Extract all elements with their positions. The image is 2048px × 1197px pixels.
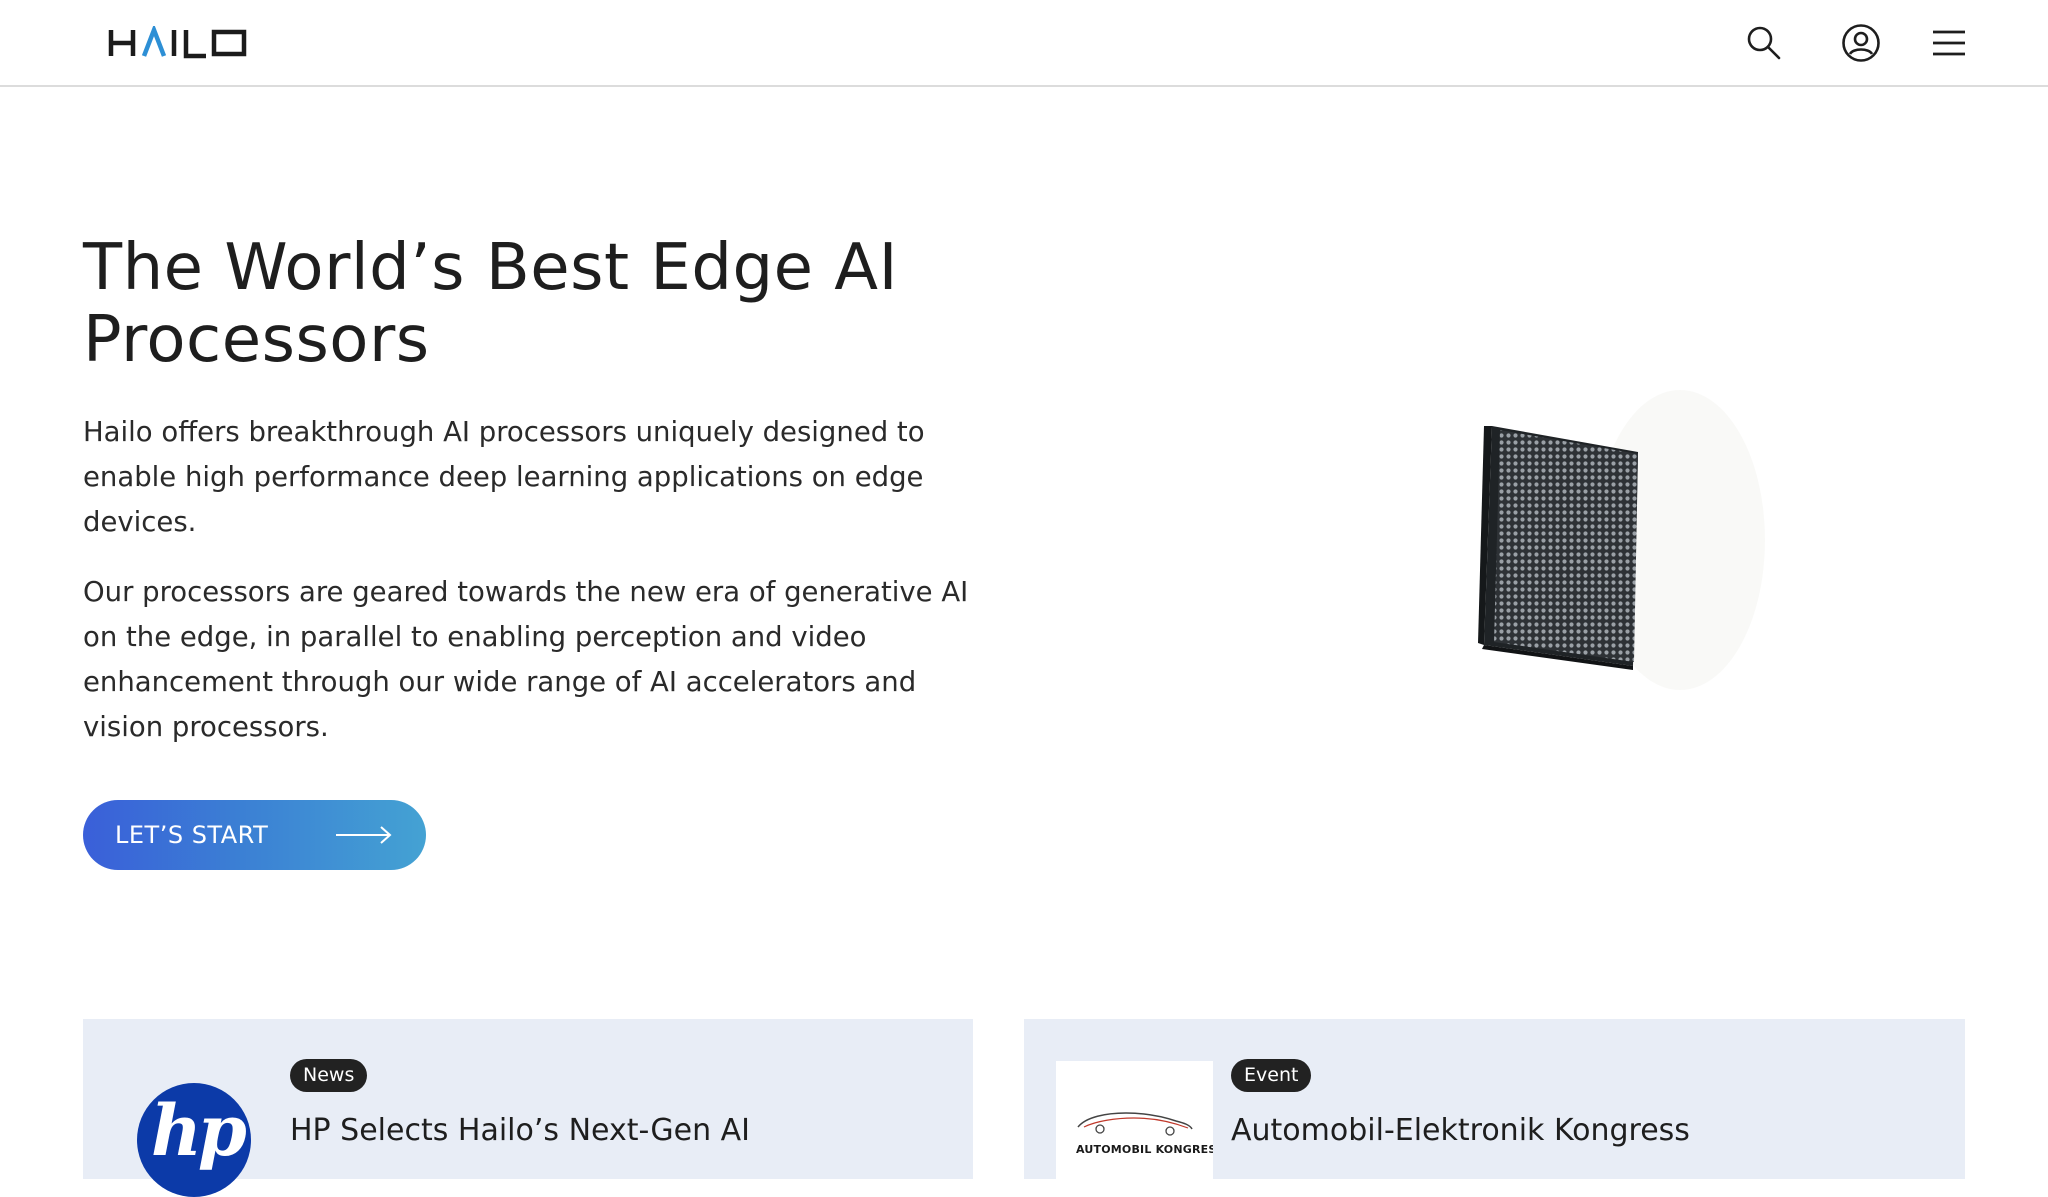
hamburger-menu-icon [1933, 30, 1965, 56]
menu-button[interactable] [1926, 20, 1972, 66]
arrow-right-icon [336, 826, 392, 844]
event-badge: Event [1231, 1059, 1312, 1092]
lets-start-button[interactable]: LET’S START [83, 800, 426, 870]
site-header [0, 0, 2048, 87]
hero-description: Hailo offers breakthrough AI processors … [83, 416, 925, 538]
search-icon [1747, 26, 1781, 60]
news-card-title[interactable]: HP Selects Hailo’s Next-Gen AI [290, 1111, 750, 1151]
event-card[interactable]: AUTOMOBIL KONGRESS Event Automobil-Elekt… [1024, 1019, 1965, 1181]
car-outline-icon [1077, 1112, 1193, 1136]
hero-description-secondary: Our processors are geared towards the ne… [83, 576, 969, 743]
lets-start-label: LET’S START [115, 821, 269, 849]
search-button[interactable] [1741, 20, 1787, 66]
event-card-title[interactable]: Automobil-Elektronik Kongress [1231, 1111, 1690, 1151]
hailo-logo[interactable] [108, 26, 248, 60]
automobil-kongress-logo: AUTOMOBIL KONGRESS [1056, 1061, 1213, 1181]
news-card[interactable]: hp News HP Selects Hailo’s Next-Gen AI [83, 1019, 973, 1197]
hero-title: The World’s Best Edge AI Processors [83, 231, 898, 377]
news-badge: News [290, 1059, 368, 1092]
user-icon [1842, 24, 1880, 62]
hp-logo: hp [137, 1083, 251, 1197]
hailo-logo-wordmark [108, 26, 247, 59]
account-button[interactable] [1838, 20, 1884, 66]
ai-processor-chip-image [1478, 390, 1765, 690]
